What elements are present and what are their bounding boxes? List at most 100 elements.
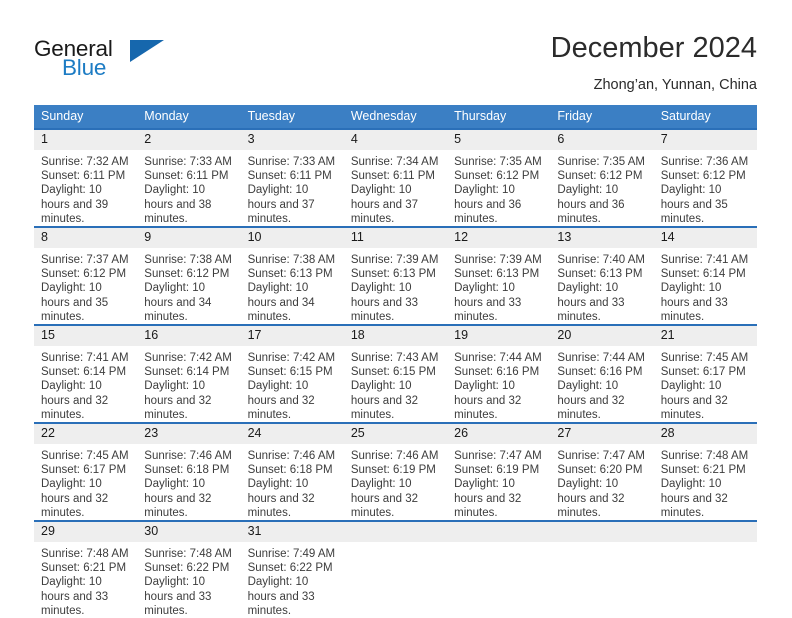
day-details: Sunrise: 7:40 AM Sunset: 6:13 PM Dayligh… (550, 248, 653, 324)
day-cell[interactable]: 11 Sunrise: 7:39 AM Sunset: 6:13 PM Dayl… (343, 226, 448, 326)
sunrise-text: Sunrise: 7:39 AM (454, 254, 542, 267)
day-details: Sunrise: 7:49 AM Sunset: 6:22 PM Dayligh… (241, 542, 344, 618)
day-cell[interactable]: 1 Sunrise: 7:32 AM Sunset: 6:11 PM Dayli… (34, 127, 138, 228)
day-cell[interactable]: 7 Sunrise: 7:36 AM Sunset: 6:12 PM Dayli… (653, 127, 757, 228)
daylight-text: Daylight: 10 hours and 35 minutes. (660, 184, 728, 225)
day-details (447, 542, 550, 547)
day-cell[interactable]: 2 Sunrise: 7:33 AM Sunset: 6:11 PM Dayli… (137, 127, 241, 228)
daylight-text: Daylight: 10 hours and 37 minutes. (350, 184, 418, 225)
day-number: 1 (34, 130, 138, 150)
page-location: Zhong’an, Yunnan, China (593, 77, 757, 93)
sunrise-text: Sunrise: 7:40 AM (557, 254, 645, 267)
day-number: 21 (653, 326, 757, 347)
day-number (653, 522, 757, 543)
day-cell-empty (653, 520, 757, 618)
day-cell[interactable]: 31 Sunrise: 7:49 AM Sunset: 6:22 PM Dayl… (240, 520, 344, 618)
sunset-text: Sunset: 6:12 PM (660, 170, 746, 183)
calendar-table: Sunday Monday Tuesday Wednesday Thursday… (34, 105, 757, 618)
day-number: 27 (550, 424, 654, 445)
day-cell[interactable]: 27 Sunrise: 7:47 AM Sunset: 6:20 PM Dayl… (550, 422, 654, 522)
day-cell[interactable]: 8 Sunrise: 7:37 AM Sunset: 6:12 PM Dayli… (34, 226, 138, 326)
daylight-text: Daylight: 10 hours and 32 minutes. (660, 380, 728, 421)
day-details: Sunrise: 7:36 AM Sunset: 6:12 PM Dayligh… (654, 150, 757, 226)
sunset-text: Sunset: 6:13 PM (454, 268, 540, 281)
day-cell[interactable]: 18 Sunrise: 7:43 AM Sunset: 6:15 PM Dayl… (343, 324, 448, 424)
day-details: Sunrise: 7:39 AM Sunset: 6:13 PM Dayligh… (344, 248, 447, 324)
sunset-text: Sunset: 6:17 PM (41, 464, 127, 477)
day-number: 4 (343, 130, 448, 150)
sunrise-text: Sunrise: 7:33 AM (144, 156, 232, 168)
day-cell[interactable]: 9 Sunrise: 7:38 AM Sunset: 6:12 PM Dayli… (137, 226, 241, 326)
day-details: Sunrise: 7:41 AM Sunset: 6:14 PM Dayligh… (34, 346, 137, 422)
sunrise-text: Sunrise: 7:46 AM (144, 450, 232, 463)
sunset-text: Sunset: 6:16 PM (557, 366, 643, 379)
calendar-container: Sunday Monday Tuesday Wednesday Thursday… (34, 105, 757, 618)
sunset-text: Sunset: 6:12 PM (557, 170, 643, 183)
day-cell[interactable]: 10 Sunrise: 7:38 AM Sunset: 6:13 PM Dayl… (240, 226, 344, 326)
daylight-text: Daylight: 10 hours and 38 minutes. (144, 184, 212, 225)
day-cell[interactable]: 25 Sunrise: 7:46 AM Sunset: 6:19 PM Dayl… (343, 422, 448, 522)
day-details: Sunrise: 7:48 AM Sunset: 6:21 PM Dayligh… (34, 542, 137, 618)
day-cell[interactable]: 21 Sunrise: 7:45 AM Sunset: 6:17 PM Dayl… (653, 324, 757, 424)
day-cell[interactable]: 4 Sunrise: 7:34 AM Sunset: 6:11 PM Dayli… (343, 127, 448, 228)
day-cell[interactable]: 29 Sunrise: 7:48 AM Sunset: 6:21 PM Dayl… (34, 520, 138, 618)
day-cell[interactable]: 23 Sunrise: 7:46 AM Sunset: 6:18 PM Dayl… (137, 422, 241, 522)
day-details: Sunrise: 7:35 AM Sunset: 6:12 PM Dayligh… (447, 150, 550, 226)
day-details: Sunrise: 7:34 AM Sunset: 6:11 PM Dayligh… (344, 150, 447, 226)
general-blue-logo: General Blue (34, 36, 214, 82)
day-number: 11 (343, 228, 448, 249)
sunset-text: Sunset: 6:18 PM (247, 464, 333, 477)
day-cell[interactable]: 20 Sunrise: 7:44 AM Sunset: 6:16 PM Dayl… (550, 324, 654, 424)
weekday-header-monday: Monday (137, 105, 241, 129)
day-cell[interactable]: 15 Sunrise: 7:41 AM Sunset: 6:14 PM Dayl… (34, 324, 138, 424)
day-cell[interactable]: 19 Sunrise: 7:44 AM Sunset: 6:16 PM Dayl… (447, 324, 551, 424)
day-details: Sunrise: 7:45 AM Sunset: 6:17 PM Dayligh… (34, 444, 137, 520)
sunrise-text: Sunrise: 7:37 AM (41, 254, 129, 267)
day-details: Sunrise: 7:35 AM Sunset: 6:12 PM Dayligh… (550, 150, 653, 226)
weekday-header-tuesday: Tuesday (240, 105, 344, 129)
day-details: Sunrise: 7:32 AM Sunset: 6:11 PM Dayligh… (34, 150, 137, 226)
day-cell[interactable]: 13 Sunrise: 7:40 AM Sunset: 6:13 PM Dayl… (550, 226, 654, 326)
day-cell[interactable]: 17 Sunrise: 7:42 AM Sunset: 6:15 PM Dayl… (240, 324, 344, 424)
daylight-text: Daylight: 10 hours and 37 minutes. (247, 184, 315, 225)
day-cell[interactable]: 3 Sunrise: 7:33 AM Sunset: 6:11 PM Dayli… (240, 127, 344, 228)
sunset-text: Sunset: 6:12 PM (454, 170, 540, 183)
day-cell[interactable]: 26 Sunrise: 7:47 AM Sunset: 6:19 PM Dayl… (447, 422, 551, 522)
day-number: 17 (240, 326, 344, 347)
sunset-text: Sunset: 6:12 PM (41, 268, 127, 281)
day-cell[interactable]: 5 Sunrise: 7:35 AM Sunset: 6:12 PM Dayli… (447, 127, 551, 228)
sunset-text: Sunset: 6:15 PM (247, 366, 333, 379)
sunrise-text: Sunrise: 7:38 AM (144, 254, 232, 267)
day-details: Sunrise: 7:46 AM Sunset: 6:19 PM Dayligh… (344, 444, 447, 520)
day-details: Sunrise: 7:33 AM Sunset: 6:11 PM Dayligh… (137, 150, 240, 226)
sunrise-text: Sunrise: 7:35 AM (454, 156, 542, 168)
day-cell[interactable]: 24 Sunrise: 7:46 AM Sunset: 6:18 PM Dayl… (240, 422, 344, 522)
day-cell[interactable]: 28 Sunrise: 7:48 AM Sunset: 6:21 PM Dayl… (653, 422, 757, 522)
day-cell[interactable]: 30 Sunrise: 7:48 AM Sunset: 6:22 PM Dayl… (137, 520, 241, 618)
day-details: Sunrise: 7:48 AM Sunset: 6:22 PM Dayligh… (137, 542, 240, 618)
weekday-header-friday: Friday (550, 105, 654, 129)
sunset-text: Sunset: 6:11 PM (41, 170, 126, 183)
sunrise-text: Sunrise: 7:46 AM (247, 450, 336, 463)
day-cell[interactable]: 16 Sunrise: 7:42 AM Sunset: 6:14 PM Dayl… (137, 324, 241, 424)
day-cell[interactable]: 6 Sunrise: 7:35 AM Sunset: 6:12 PM Dayli… (550, 127, 654, 228)
day-cell[interactable]: 12 Sunrise: 7:39 AM Sunset: 6:13 PM Dayl… (447, 226, 551, 326)
sunrise-text: Sunrise: 7:44 AM (454, 352, 542, 365)
sunset-text: Sunset: 6:11 PM (350, 170, 436, 183)
day-details: Sunrise: 7:45 AM Sunset: 6:17 PM Dayligh… (654, 346, 757, 422)
sunset-text: Sunset: 6:20 PM (557, 464, 643, 477)
sunrise-text: Sunrise: 7:48 AM (144, 548, 232, 561)
day-details: Sunrise: 7:46 AM Sunset: 6:18 PM Dayligh… (241, 444, 344, 520)
day-number: 29 (34, 522, 138, 543)
page-title: December 2024 (550, 32, 757, 64)
page-header: General Blue December 2024 Zhong’an, Yun… (0, 0, 792, 100)
day-number (343, 522, 448, 543)
day-cell[interactable]: 14 Sunrise: 7:41 AM Sunset: 6:14 PM Dayl… (653, 226, 757, 326)
sunset-text: Sunset: 6:14 PM (144, 366, 230, 379)
sunrise-text: Sunrise: 7:42 AM (144, 352, 232, 365)
day-cell[interactable]: 22 Sunrise: 7:45 AM Sunset: 6:17 PM Dayl… (34, 422, 138, 522)
sunrise-text: Sunrise: 7:42 AM (247, 352, 336, 365)
sunrise-text: Sunrise: 7:45 AM (41, 450, 129, 463)
sunrise-text: Sunrise: 7:43 AM (350, 352, 439, 365)
day-number (550, 522, 654, 543)
